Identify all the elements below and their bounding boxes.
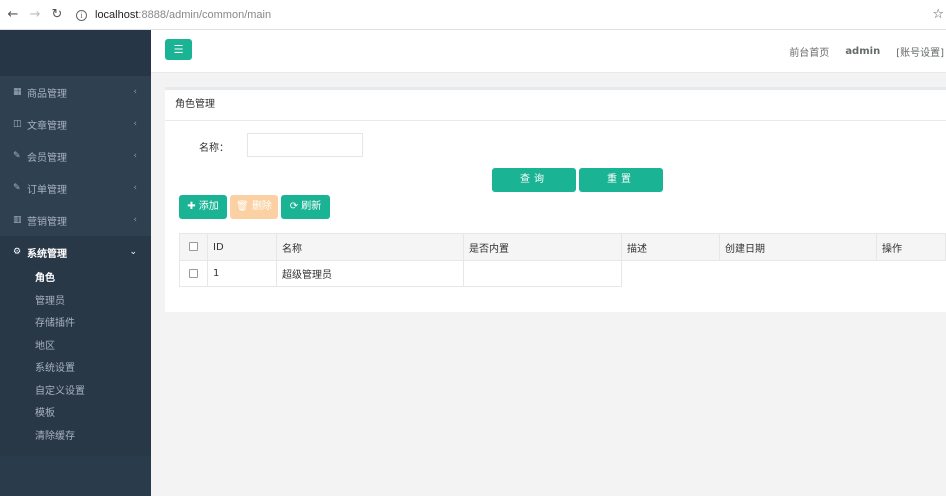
- cell-name: 超级管理员: [276, 260, 464, 287]
- delete-button[interactable]: 🗑 删除: [230, 195, 278, 219]
- add-button[interactable]: ✚ 添加: [179, 195, 227, 219]
- name-input[interactable]: [247, 133, 363, 157]
- header-links: 前台首页 admin [账号设置]: [789, 30, 944, 73]
- delete-button-label: 删除: [251, 201, 272, 212]
- menu-toggle-button[interactable]: ☰: [165, 39, 192, 60]
- submenu-item-roles[interactable]: 角色: [0, 268, 151, 291]
- back-arrow-icon[interactable]: ←: [4, 7, 22, 22]
- sidebar-item-label: 营销管理: [27, 216, 67, 228]
- sidebar-item-label: 订单管理: [27, 184, 67, 196]
- bar-chart-icon: ▥: [13, 215, 22, 225]
- sidebar-item-orders[interactable]: ✎ 订单管理 ‹: [0, 172, 151, 204]
- forward-arrow-icon[interactable]: →: [26, 7, 44, 22]
- frontend-home-link[interactable]: 前台首页: [789, 44, 829, 59]
- sidebar-header: [0, 30, 151, 76]
- sidebar-footer: [0, 456, 151, 496]
- cell-created-date: [719, 260, 877, 287]
- sidebar-submenu: 角色 管理员 存储插件 地区 系统设置 自定义设置 模板 清除缓存: [0, 268, 151, 456]
- column-header-actions[interactable]: 操作: [876, 233, 946, 261]
- table-icon: ▦: [13, 87, 22, 97]
- trash-icon: 🗑: [236, 201, 249, 212]
- top-header: ☰ 前台首页 admin [账号设置]: [151, 30, 946, 73]
- sidebar: ▦ 商品管理 ‹ ◫ 文章管理 ‹ ✎ 会员管理 ‹ ✎ 订单管理 ‹ ▥ 营销…: [0, 30, 151, 496]
- info-icon[interactable]: i: [76, 9, 87, 21]
- sidebar-item-label: 系统管理: [27, 248, 67, 260]
- submenu-item-settings[interactable]: 系统设置: [0, 358, 151, 381]
- search-button[interactable]: 查询: [492, 168, 576, 192]
- cell-id: 1: [207, 260, 277, 287]
- chevron-left-icon: ‹: [133, 151, 137, 161]
- sidebar-item-label: 文章管理: [27, 120, 67, 132]
- address-bar[interactable]: i localhost:8888/admin/common/main: [76, 5, 930, 25]
- chevron-left-icon: ‹: [133, 119, 137, 129]
- columns-icon: ◫: [13, 119, 22, 129]
- add-button-label: 添加: [198, 201, 219, 212]
- row-checkbox[interactable]: [189, 268, 198, 278]
- hamburger-icon: ☰: [173, 43, 184, 56]
- sidebar-item-goods[interactable]: ▦ 商品管理 ‹: [0, 76, 151, 108]
- sidebar-item-articles[interactable]: ◫ 文章管理 ‹: [0, 108, 151, 140]
- cell-description: [621, 260, 720, 287]
- sidebar-item-system[interactable]: ⚙ 系统管理 ⌄: [0, 236, 151, 268]
- reset-button[interactable]: 重置: [579, 168, 663, 192]
- panel-title: 角色管理: [165, 90, 946, 121]
- sidebar-menu: ▦ 商品管理 ‹ ◫ 文章管理 ‹ ✎ 会员管理 ‹ ✎ 订单管理 ‹ ▥ 营销…: [0, 76, 151, 268]
- column-header-name[interactable]: 名称: [276, 233, 464, 261]
- cell-actions: [876, 260, 946, 287]
- edit-icon: ✎: [13, 151, 21, 161]
- url-path: :8888/admin/common/main: [138, 9, 272, 21]
- url-host: localhost: [95, 9, 139, 21]
- refresh-button-label: 刷新: [301, 201, 322, 212]
- reload-icon[interactable]: ↻: [48, 7, 66, 22]
- sidebar-item-marketing[interactable]: ▥ 营销管理 ‹: [0, 204, 151, 236]
- gear-icon: ⚙: [13, 247, 22, 257]
- sidebar-item-label: 商品管理: [27, 88, 67, 100]
- cell-builtin: [463, 260, 622, 287]
- roles-table: ID 名称 是否内置 描述 创建日期 操作 1 超级管理员: [179, 233, 946, 287]
- chevron-left-icon: ‹: [133, 215, 137, 225]
- column-header-builtin[interactable]: 是否内置: [463, 233, 622, 261]
- submenu-item-regions[interactable]: 地区: [0, 336, 151, 359]
- chevron-left-icon: ‹: [133, 183, 137, 193]
- name-label: 名称：: [199, 143, 229, 154]
- refresh-icon: ⟳: [289, 201, 299, 212]
- star-icon[interactable]: ☆: [932, 7, 944, 22]
- browser-toolbar: ← → ↻ i localhost:8888/admin/common/main…: [0, 0, 946, 30]
- select-all-checkbox[interactable]: [189, 242, 198, 251]
- account-settings-link[interactable]: [账号设置]: [896, 44, 944, 59]
- column-header-id[interactable]: ID: [207, 233, 277, 261]
- username-link[interactable]: admin: [845, 46, 880, 57]
- row-select-cell: [179, 260, 208, 287]
- sidebar-item-label: 会员管理: [27, 152, 67, 164]
- submenu-item-clear-cache[interactable]: 清除缓存: [0, 426, 151, 449]
- column-header-created-date[interactable]: 创建日期: [719, 233, 877, 261]
- submenu-item-custom-settings[interactable]: 自定义设置: [0, 381, 151, 404]
- plus-icon: ✚: [187, 201, 196, 212]
- submenu-item-admins[interactable]: 管理员: [0, 291, 151, 314]
- submenu-item-storage[interactable]: 存储插件: [0, 313, 151, 336]
- submenu-item-templates[interactable]: 模板: [0, 403, 151, 426]
- chevron-left-icon: ‹: [133, 87, 137, 97]
- role-management-panel: 角色管理 名称： 查询 重置 ✚ 添加 🗑 删除 ⟳ 刷新 ID 名称 是否内置…: [165, 87, 946, 312]
- sidebar-item-members[interactable]: ✎ 会员管理 ‹: [0, 140, 151, 172]
- chevron-down-icon: ⌄: [129, 247, 137, 257]
- edit-icon: ✎: [13, 183, 21, 193]
- table-row[interactable]: 1 超级管理员: [179, 260, 946, 287]
- select-all-cell: [179, 233, 208, 261]
- refresh-button[interactable]: ⟳ 刷新: [281, 195, 330, 219]
- column-header-description[interactable]: 描述: [621, 233, 720, 261]
- table-header-row: ID 名称 是否内置 描述 创建日期 操作: [179, 233, 946, 261]
